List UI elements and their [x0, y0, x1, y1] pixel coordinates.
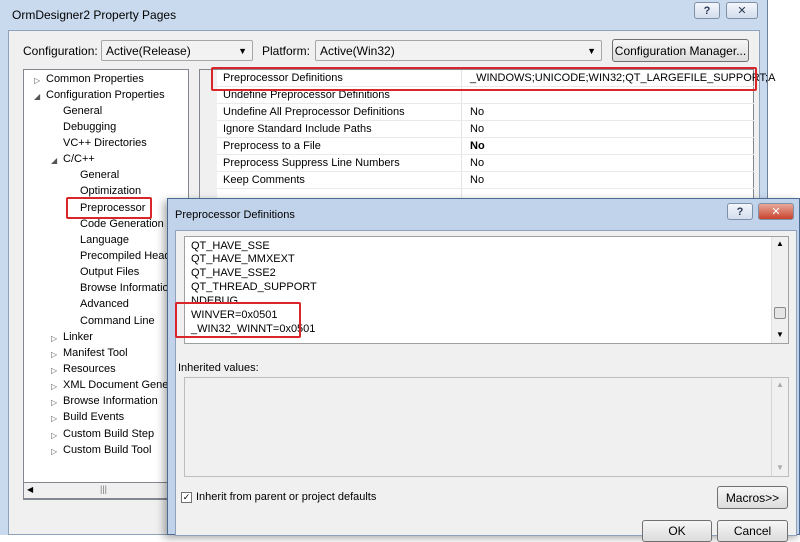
- configuration-label: Configuration:: [23, 44, 98, 58]
- tree-item-cpp-general[interactable]: General: [80, 169, 119, 181]
- scroll-up-icon[interactable]: ▲: [776, 239, 784, 248]
- tree-item-output-files[interactable]: Output Files: [80, 266, 139, 278]
- dialog-close-button[interactable]: ✕: [758, 203, 794, 220]
- help-icon: ?: [703, 4, 711, 17]
- tree-item-vc-directories[interactable]: VC++ Directories: [63, 137, 147, 149]
- tree-item-browse-information-root[interactable]: Browse Information: [63, 395, 158, 407]
- scroll-up-icon[interactable]: ▲: [776, 380, 784, 389]
- tree-item-resources[interactable]: Resources: [63, 363, 116, 375]
- platform-label: Platform:: [262, 44, 311, 58]
- tree-item-configuration-properties[interactable]: Configuration Properties: [46, 89, 165, 101]
- platform-select[interactable]: Active(Win32) ▼: [315, 40, 602, 61]
- dialog-help-button[interactable]: ?: [727, 203, 753, 220]
- close-icon: ✕: [737, 5, 747, 17]
- configuration-select[interactable]: Active(Release) ▼: [101, 40, 253, 61]
- property-tree[interactable]: ▷ Common Properties ◢ Configuration Prop…: [23, 69, 189, 500]
- tree-item-custom-build-step[interactable]: Custom Build Step: [63, 428, 154, 440]
- window-title: OrmDesigner2 Property Pages: [12, 8, 177, 22]
- grid-row-value[interactable]: No: [470, 174, 484, 186]
- grid-row-value[interactable]: No: [470, 157, 484, 169]
- highlight-box-preprocessor: [66, 197, 152, 219]
- grid-row-name: Preprocess Suppress Line Numbers: [223, 157, 400, 169]
- help-button[interactable]: ?: [694, 2, 720, 19]
- configuration-value: Active(Release): [106, 43, 191, 58]
- expand-arrow-icon[interactable]: ▷: [51, 350, 57, 359]
- collapse-arrow-icon[interactable]: ◢: [34, 92, 40, 101]
- tree-item-code-generation[interactable]: Code Generation: [80, 218, 164, 230]
- definitions-scrollbar[interactable]: ▲ ▼: [771, 237, 788, 343]
- tree-item-optimization[interactable]: Optimization: [80, 185, 141, 197]
- scroll-thumb[interactable]: [774, 307, 786, 319]
- grid-row-name: Ignore Standard Include Paths: [223, 123, 372, 135]
- scroll-down-icon[interactable]: ▼: [776, 330, 784, 339]
- grid-row-suppress-line-numbers[interactable]: Preprocess Suppress Line Numbers No: [217, 155, 754, 172]
- tree-item-browse-information[interactable]: Browse Informatio: [80, 282, 169, 294]
- close-button[interactable]: ✕: [726, 2, 758, 19]
- grid-row-value[interactable]: No: [470, 106, 484, 118]
- grid-row-undefine-all[interactable]: Undefine All Preprocessor Definitions No: [217, 104, 754, 121]
- grid-row-ignore-standard-include-paths[interactable]: Ignore Standard Include Paths No: [217, 121, 754, 138]
- collapse-arrow-icon[interactable]: ◢: [51, 156, 57, 165]
- highlight-box-grid-row: [211, 67, 757, 91]
- preprocessor-definitions-dialog: Preprocessor Definitions ? ✕ QT_HAVE_SSE…: [167, 198, 800, 542]
- dropdown-arrow-icon: ▼: [587, 46, 596, 56]
- expand-arrow-icon[interactable]: ▷: [51, 366, 57, 375]
- tree-item-precompiled-headers[interactable]: Precompiled Head: [80, 250, 171, 262]
- tree-item-c-cpp[interactable]: C/C++: [63, 153, 95, 165]
- cancel-button[interactable]: Cancel: [717, 520, 788, 542]
- help-icon: ?: [736, 205, 744, 218]
- expand-arrow-icon[interactable]: ▷: [51, 334, 57, 343]
- inherited-scrollbar[interactable]: ▲ ▼: [771, 378, 788, 476]
- expand-arrow-icon[interactable]: ▷: [51, 431, 57, 440]
- dropdown-arrow-icon: ▼: [238, 46, 247, 56]
- definition-line[interactable]: QT_HAVE_MMXEXT: [191, 253, 295, 265]
- tree-horizontal-scrollbar[interactable]: ◀ |||: [23, 482, 189, 499]
- tree-item-command-line[interactable]: Command Line: [80, 315, 155, 327]
- tree-item-debugging[interactable]: Debugging: [63, 121, 116, 133]
- dialog-client: QT_HAVE_SSE QT_HAVE_MMXEXT QT_HAVE_SSE2 …: [175, 230, 797, 542]
- highlight-box-definitions: [175, 302, 301, 338]
- scroll-down-icon[interactable]: ▼: [776, 463, 784, 472]
- expand-arrow-icon[interactable]: ▷: [51, 398, 57, 407]
- tree-item-language[interactable]: Language: [80, 234, 129, 246]
- grid-row-name: Keep Comments: [223, 174, 305, 186]
- expand-arrow-icon[interactable]: ▷: [51, 447, 57, 456]
- tree-item-linker[interactable]: Linker: [63, 331, 93, 343]
- grid-row-value[interactable]: No: [470, 140, 485, 152]
- tree-item-custom-build-tool[interactable]: Custom Build Tool: [63, 444, 151, 456]
- configuration-manager-button[interactable]: Configuration Manager...: [612, 39, 749, 62]
- tree-item-xml-document-generator[interactable]: XML Document Gener: [63, 379, 172, 391]
- grid-row-preprocess-to-file[interactable]: Preprocess to a File No: [217, 138, 754, 155]
- macros-button[interactable]: Macros>>: [717, 486, 788, 509]
- inherited-values-box: ▲ ▼: [184, 377, 789, 477]
- definition-line[interactable]: QT_THREAD_SUPPORT: [191, 281, 317, 293]
- definition-line[interactable]: QT_HAVE_SSE2: [191, 267, 276, 279]
- close-icon: ✕: [771, 206, 781, 218]
- platform-value: Active(Win32): [320, 43, 395, 58]
- tree-item-manifest-tool[interactable]: Manifest Tool: [63, 347, 128, 359]
- tree-item-general[interactable]: General: [63, 105, 102, 117]
- grid-row-name: Undefine All Preprocessor Definitions: [223, 106, 405, 118]
- dialog-title: Preprocessor Definitions: [175, 209, 295, 221]
- tree-item-build-events[interactable]: Build Events: [63, 411, 124, 423]
- grid-row-keep-comments[interactable]: Keep Comments No: [217, 172, 754, 189]
- expand-arrow-icon[interactable]: ▷: [51, 382, 57, 391]
- scroll-left-icon[interactable]: ◀: [27, 485, 33, 494]
- inherited-values-label: Inherited values:: [178, 362, 259, 374]
- ok-button[interactable]: OK: [642, 520, 712, 542]
- expand-arrow-icon[interactable]: ▷: [34, 76, 40, 85]
- expand-arrow-icon[interactable]: ▷: [51, 414, 57, 423]
- inherit-checkbox[interactable]: ✓: [181, 492, 192, 503]
- grid-row-name: Preprocess to a File: [223, 140, 321, 152]
- tree-item-advanced[interactable]: Advanced: [80, 298, 129, 310]
- tree-item-common-properties[interactable]: Common Properties: [46, 73, 144, 85]
- definition-line[interactable]: QT_HAVE_SSE: [191, 240, 270, 252]
- scroll-grip-icon[interactable]: |||: [100, 484, 107, 494]
- inherit-checkbox-label[interactable]: Inherit from parent or project defaults: [196, 491, 376, 503]
- grid-row-value[interactable]: No: [470, 123, 484, 135]
